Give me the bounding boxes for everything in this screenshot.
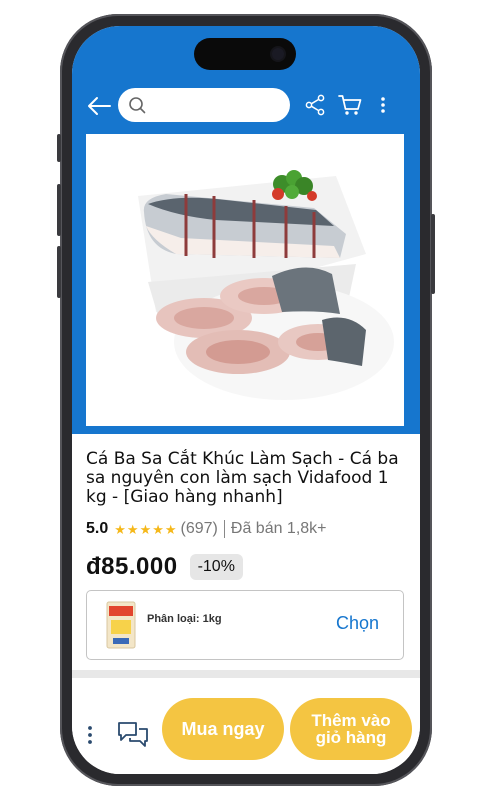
bottom-action-bar: Mua ngay Thêm vào giỏ hàng	[72, 678, 420, 774]
section-separator	[72, 670, 420, 678]
divider	[223, 520, 225, 538]
more-vertical-icon[interactable]	[86, 724, 94, 746]
price-row: đ85.000 -10%	[86, 552, 243, 582]
phone-screen: Cá Ba Sa Cắt Khúc Làm Sạch - Cá ba sa ng…	[72, 26, 420, 774]
variant-thumbnail	[106, 601, 136, 649]
product-image[interactable]	[86, 134, 404, 426]
search-icon	[129, 97, 146, 114]
rating-score: 5.0	[86, 520, 109, 537]
product-price: đ85.000	[86, 553, 178, 580]
more-vertical-icon[interactable]	[378, 94, 388, 116]
phone-frame: Cá Ba Sa Cắt Khúc Làm Sạch - Cá ba sa ng…	[57, 14, 435, 786]
dynamic-island	[194, 38, 296, 70]
search-input[interactable]	[152, 94, 282, 116]
search-bar[interactable]	[118, 88, 290, 122]
variant-label: Phân loại: 1kg	[147, 613, 222, 625]
share-icon[interactable]	[304, 94, 326, 116]
phone-volume-down-button	[57, 246, 61, 298]
add-to-cart-button[interactable]: Thêm vào giỏ hàng	[290, 698, 412, 760]
cart-icon[interactable]	[338, 94, 362, 116]
buy-now-button[interactable]: Mua ngay	[162, 698, 284, 760]
star-icon: ★	[152, 521, 164, 537]
rating-row: 5.0 ★ ★ ★ ★ ★ (697) Đã bán 1,8k+	[86, 518, 410, 540]
choose-variant-button[interactable]: Chọn	[336, 613, 379, 634]
discount-badge: -10%	[189, 554, 243, 580]
phone-power-button	[431, 214, 435, 294]
star-icon: ★	[139, 521, 152, 537]
rating-count[interactable]: (697)	[181, 520, 218, 538]
product-title: Cá Ba Sa Cắt Khúc Làm Sạch - Cá ba sa ng…	[86, 449, 399, 507]
phone-volume-up-button	[57, 184, 61, 236]
sold-count: Đã bán 1,8k+	[230, 520, 327, 537]
back-arrow-icon[interactable]	[86, 94, 112, 118]
chat-icon[interactable]	[116, 720, 150, 748]
star-icon: ★	[126, 521, 139, 537]
rating-stars: ★ ★ ★ ★ ★	[114, 523, 176, 536]
star-icon: ★	[164, 521, 177, 537]
variant-selector[interactable]: Phân loại: 1kg Chọn	[86, 590, 404, 660]
front-camera	[272, 48, 284, 60]
phone-side-button	[57, 134, 61, 162]
star-icon: ★	[114, 521, 126, 537]
